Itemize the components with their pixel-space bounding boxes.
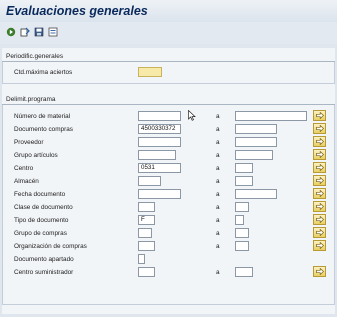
field-organizacion-de-compras-to[interactable] (235, 241, 249, 251)
field-almacen-from[interactable] (138, 176, 161, 186)
to-label: a (216, 217, 220, 224)
window-title: Evaluaciones generales (6, 4, 148, 18)
multiple-selection-button-centro[interactable] (313, 162, 326, 173)
multiple-selection-button-grupo-articulos[interactable] (313, 149, 326, 160)
field-grupo-de-compras-to[interactable] (235, 228, 249, 238)
multiple-selection-button-proveedor[interactable] (313, 136, 326, 147)
multiple-selection-arrow-icon (315, 177, 324, 184)
field-almacen-to[interactable] (235, 176, 253, 186)
to-label: a (216, 243, 220, 250)
field-documento-apartado-from[interactable] (138, 254, 145, 264)
label-fecha-documento: Fecha documento (14, 191, 66, 198)
label-documento-compras: Documento compras (14, 126, 73, 133)
multiple-selection-arrow-icon (315, 138, 324, 145)
selection-options-icon[interactable] (47, 26, 58, 37)
label-grupo-de-compras: Grupo de compras (14, 230, 67, 237)
multiple-selection-arrow-icon (315, 216, 324, 223)
field-organizacion-de-compras-from[interactable] (138, 241, 155, 251)
field-centro-from[interactable]: 0531 (138, 163, 181, 173)
label-grupo-articulos: Grupo artículos (14, 152, 58, 159)
label-clase-de-documento: Clase de documento (14, 204, 73, 211)
multiple-selection-button-grupo-de-compras[interactable] (313, 227, 326, 238)
get-variant-icon[interactable] (19, 26, 30, 37)
field-proveedor-from[interactable] (138, 137, 181, 147)
to-label: a (216, 178, 220, 185)
multiple-selection-button-numero-de-material[interactable] (313, 110, 326, 121)
field-numero-de-material-from[interactable] (138, 111, 181, 121)
save-variant-icon[interactable] (33, 26, 44, 37)
field-grupo-articulos-from[interactable] (138, 150, 176, 160)
multiple-selection-arrow-icon (315, 190, 324, 197)
multiple-selection-arrow-icon (315, 112, 324, 119)
field-centro-suministrador-from[interactable] (138, 267, 155, 277)
field-grupo-de-compras-from[interactable] (138, 228, 152, 238)
multiple-selection-button-documento-compras[interactable] (313, 123, 326, 134)
to-label: a (216, 230, 220, 237)
multiple-selection-arrow-icon (315, 125, 324, 132)
max-hits-field[interactable] (138, 67, 162, 77)
multiple-selection-button-clase-de-documento[interactable] (313, 201, 326, 212)
field-fecha-documento-to[interactable] (235, 189, 277, 199)
multiple-selection-arrow-icon (315, 268, 324, 275)
field-centro-to[interactable] (235, 163, 253, 173)
title-bar: Evaluaciones generales (0, 0, 337, 22)
multiple-selection-arrow-icon (315, 151, 324, 158)
to-label: a (216, 204, 220, 211)
field-centro-suministrador-to[interactable] (235, 267, 253, 277)
field-clase-de-documento-from[interactable] (138, 202, 155, 212)
group-header-delimit: Delimit.programa (2, 95, 335, 105)
mouse-cursor-icon (188, 109, 196, 123)
label-tipo-de-documento: Tipo de documento (14, 217, 69, 224)
field-documento-compras-from[interactable]: 4500330372 (138, 124, 181, 134)
multiple-selection-button-organizacion-de-compras[interactable] (313, 240, 326, 251)
label-numero-de-material: Número de material (14, 113, 71, 120)
label-almacen: Almacén (14, 178, 39, 185)
label-documento-apartado: Documento apartado (14, 256, 74, 263)
label-centro: Centro (14, 165, 34, 172)
field-documento-compras-to[interactable] (235, 124, 277, 134)
multiple-selection-arrow-icon (315, 242, 324, 249)
to-label: a (216, 139, 220, 146)
to-label: a (216, 191, 220, 198)
field-fecha-documento-from[interactable] (138, 189, 181, 199)
multiple-selection-button-centro-suministrador[interactable] (313, 266, 326, 277)
multiple-selection-button-almacen[interactable] (313, 175, 326, 186)
field-grupo-articulos-to[interactable] (235, 150, 273, 160)
multiple-selection-arrow-icon (315, 229, 324, 236)
field-clase-de-documento-to[interactable] (235, 202, 249, 212)
group-header-periodific: Periodific.generales (2, 52, 335, 62)
multiple-selection-arrow-icon (315, 203, 324, 210)
label-proveedor: Proveedor (14, 139, 44, 146)
to-label: a (216, 152, 220, 159)
to-label: a (216, 113, 220, 120)
field-tipo-de-documento-from[interactable]: F (138, 215, 155, 225)
max-hits-label: Ctd.máxima aciertos (14, 69, 73, 76)
field-tipo-de-documento-to[interactable] (235, 215, 244, 225)
field-numero-de-material-to[interactable] (235, 111, 307, 121)
label-organizacion-de-compras: Organización de compras (14, 243, 87, 250)
field-proveedor-to[interactable] (235, 137, 277, 147)
selection-screen: Periodific.generales Ctd.máxima aciertos… (2, 48, 335, 314)
to-label: a (216, 126, 220, 133)
label-centro-suministrador: Centro suministrador (14, 269, 74, 276)
multiple-selection-button-fecha-documento[interactable] (313, 188, 326, 199)
to-label: a (216, 269, 220, 276)
execute-icon[interactable] (5, 26, 16, 37)
to-label: a (216, 165, 220, 172)
application-toolbar (0, 22, 337, 44)
multiple-selection-button-tipo-de-documento[interactable] (313, 214, 326, 225)
multiple-selection-arrow-icon (315, 164, 324, 171)
